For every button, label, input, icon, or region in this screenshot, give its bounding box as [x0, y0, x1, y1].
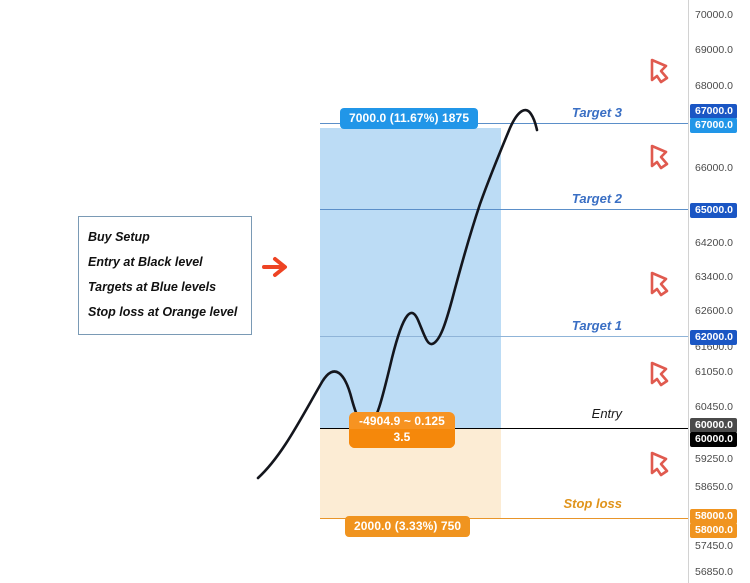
axis-tick: 62600.0: [695, 305, 733, 317]
setup-info-box: Buy Setup Entry at Black level Targets a…: [78, 216, 252, 335]
level-line-target2[interactable]: [320, 209, 688, 210]
axis-tick: 68000.0: [695, 80, 733, 92]
info-line: Stop loss at Orange level: [88, 305, 238, 319]
level-line-target1[interactable]: [320, 336, 688, 337]
axis-badge-stoploss-lower[interactable]: 58000.0: [690, 523, 737, 538]
axis-badge-target3-lower[interactable]: 67000.0: [690, 118, 737, 133]
level-caption-target1: Target 1: [571, 318, 622, 333]
flag-pin-icon[interactable]: [641, 141, 675, 175]
axis-tick: 61050.0: [695, 366, 733, 378]
axis-badge-stoploss-upper[interactable]: 58000.0: [690, 509, 737, 524]
level-caption-target3: Target 3: [571, 105, 622, 120]
axis-tick: 56850.0: [695, 566, 733, 578]
level-caption-target2: Target 2: [571, 191, 622, 206]
axis-badge-entry-upper[interactable]: 60000.0: [690, 418, 737, 433]
axis-badge-target1[interactable]: 62000.0: [690, 330, 737, 345]
axis-tick: 69000.0: [695, 44, 733, 56]
info-line: Targets at Blue levels: [88, 280, 217, 294]
flag-pin-icon[interactable]: [641, 358, 675, 392]
axis-tick: 58650.0: [695, 481, 733, 493]
profit-pill-label: 7000.0 (11.67%) 1875: [340, 108, 479, 129]
level-caption-entry: Entry: [591, 406, 622, 421]
axis-tick: 59250.0: [695, 453, 733, 465]
profit-zone: [320, 128, 501, 428]
flag-pin-icon[interactable]: [641, 55, 675, 89]
flag-pin-icon[interactable]: [641, 448, 675, 482]
trading-chart: 7000.0 (11.67%) 1875 2000.0 (3.33%) 750 …: [0, 0, 750, 583]
loss-pill-label: 2000.0 (3.33%) 750: [345, 516, 471, 537]
axis-tick: 64200.0: [695, 237, 733, 249]
risk-reward-line1: -4904.9 ~ 0.125: [359, 414, 445, 428]
axis-tick: 63400.0: [695, 271, 733, 283]
axis-tick: 66000.0: [695, 162, 733, 174]
info-line: Entry at Black level: [88, 255, 203, 269]
axis-badge-target2[interactable]: 65000.0: [690, 203, 737, 218]
axis-tick: 57450.0: [695, 540, 733, 552]
info-line: Buy Setup: [88, 230, 150, 244]
plot-area[interactable]: 7000.0 (11.67%) 1875 2000.0 (3.33%) 750 …: [0, 0, 688, 583]
risk-reward-label: -4904.9 ~ 0.125 3.5: [349, 412, 455, 448]
axis-tick: 60450.0: [695, 401, 733, 413]
axis-badge-target3-upper[interactable]: 67000.0: [690, 104, 737, 119]
axis-badge-entry-lower[interactable]: 60000.0: [690, 432, 737, 447]
flag-pin-icon[interactable]: [641, 268, 675, 302]
level-caption-stoploss: Stop loss: [563, 496, 622, 511]
arrow-right-icon: [262, 257, 287, 277]
risk-reward-line2: 3.5: [349, 429, 455, 448]
price-axis[interactable]: 70000.0 69000.0 68000.0 66000.0 64200.0 …: [688, 0, 750, 583]
axis-tick: 70000.0: [695, 9, 733, 21]
